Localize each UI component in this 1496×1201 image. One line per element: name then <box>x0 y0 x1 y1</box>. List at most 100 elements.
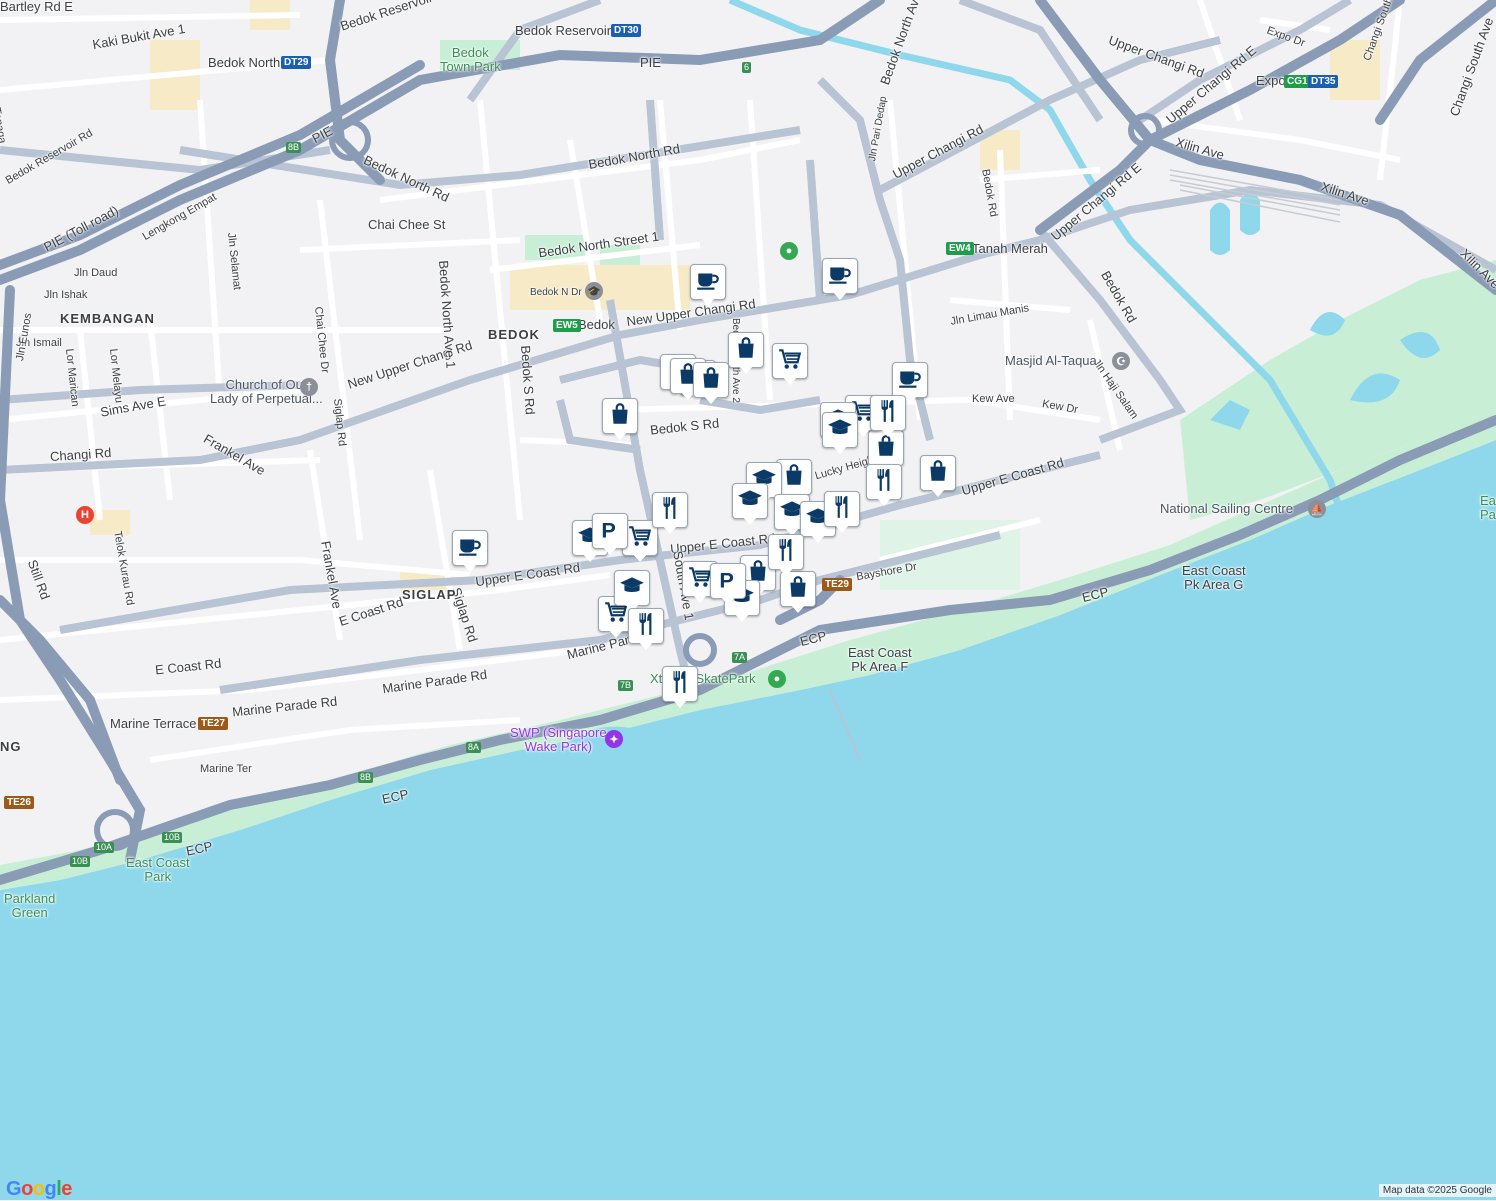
graduation-cap-icon <box>737 486 763 517</box>
shopping-cart-icon <box>777 346 803 377</box>
mrt-badge[interactable]: TE27 <box>198 717 228 730</box>
station-label[interactable]: Bedok North <box>208 56 280 70</box>
mosque-icon[interactable]: ☪ <box>1112 352 1130 370</box>
map-marker-shopping[interactable] <box>728 332 764 376</box>
parking-icon: P <box>597 516 623 547</box>
map-marker-cafe[interactable] <box>452 530 488 574</box>
exit-shield: 8B <box>286 142 302 153</box>
road-label: Bartley Rd E <box>0 0 73 14</box>
park-label: Parkland Green <box>4 891 56 920</box>
skatepark-icon[interactable]: ● <box>768 670 786 688</box>
map-marker-parking[interactable]: P <box>710 563 746 607</box>
map-marker-restaurant[interactable] <box>652 492 688 536</box>
park-label: East Coast Park <box>126 855 190 884</box>
road-label: Jln Daud <box>74 267 118 279</box>
shopping-cart-icon <box>627 523 653 554</box>
map-marker-shopping[interactable] <box>602 398 638 442</box>
fork-knife-icon <box>829 494 855 525</box>
area-label: NG <box>0 739 22 754</box>
mrt-badge[interactable]: EW4 <box>946 242 974 255</box>
fork-knife-icon <box>667 669 693 700</box>
coffee-cup-icon <box>897 365 923 396</box>
coffee-cup-icon <box>695 267 721 298</box>
mrt-badge[interactable]: DT29 <box>281 56 312 69</box>
map-marker-shopping[interactable] <box>920 455 956 499</box>
fork-knife-icon <box>773 537 799 568</box>
mrt-badge[interactable]: CG1 <box>1284 75 1311 88</box>
map-marker-school[interactable] <box>732 483 768 527</box>
fork-knife-icon <box>657 495 683 526</box>
exit-shield: 7A <box>732 652 748 663</box>
park-label: East Coast Pk Area F <box>848 645 912 674</box>
svg-text:P: P <box>601 517 615 541</box>
exit-shield: 8A <box>466 742 482 753</box>
shopping-bag-icon <box>607 401 633 432</box>
mrt-badge[interactable]: DT35 <box>1308 75 1339 88</box>
exit-shield: 8B <box>358 772 374 783</box>
svg-text:P: P <box>719 567 733 591</box>
area-label: KEMBANGAN <box>60 311 155 326</box>
road-label: Kew Ave <box>972 393 1015 405</box>
coffee-cup-icon <box>457 533 483 564</box>
shopping-bag-icon <box>785 574 811 605</box>
map-marker-shopping[interactable] <box>693 362 729 406</box>
mrt-badge[interactable]: EW5 <box>553 319 581 332</box>
map-marker-restaurant[interactable] <box>768 534 804 578</box>
google-logo: Google <box>6 1178 72 1200</box>
poi-label-sailing[interactable]: National Sailing Centre <box>1160 502 1293 516</box>
graduation-cap-icon <box>619 573 645 604</box>
map-marker-school[interactable] <box>822 412 858 456</box>
school-poi-icon[interactable]: 🎓 <box>585 282 603 300</box>
sailing-icon[interactable]: ⛵ <box>1308 500 1326 518</box>
station-label[interactable]: Marine Terrace <box>110 717 196 731</box>
exit-shield: 10A <box>94 842 115 853</box>
fork-knife-icon <box>875 398 901 429</box>
shopping-bag-icon <box>698 365 724 396</box>
shopping-bag-icon <box>781 462 807 493</box>
exit-shield: 10B <box>162 832 183 843</box>
coffee-cup-icon <box>827 261 853 292</box>
station-label[interactable]: Expo <box>1256 74 1286 88</box>
fork-knife-icon <box>633 611 659 642</box>
station-label[interactable]: Bedok <box>578 318 615 332</box>
station-label[interactable]: Tanah Merah <box>972 242 1048 256</box>
area-label: SIGLAP <box>402 587 457 602</box>
poi-label-wakepark[interactable]: SWP (Singapore Wake Park) <box>510 726 607 754</box>
poi-label-mosque[interactable]: Masjid Al-Taqua <box>1005 354 1097 368</box>
mrt-badge[interactable]: TE26 <box>4 796 34 809</box>
exit-shield: 10B <box>70 856 91 867</box>
map-marker-restaurant[interactable] <box>628 608 664 652</box>
mrt-badge[interactable]: DT30 <box>611 24 642 37</box>
map-marker-restaurant[interactable] <box>824 491 860 535</box>
map-marker-cafe[interactable] <box>690 264 726 308</box>
area-label: BEDOK <box>488 327 540 342</box>
shopping-bag-icon <box>925 458 951 489</box>
park-icon[interactable]: ● <box>780 242 798 260</box>
map-marker-cafe[interactable] <box>822 258 858 302</box>
road-label: Bedok N Dr <box>530 287 582 298</box>
road-label: Chai Chee St <box>368 217 446 232</box>
wakepark-icon[interactable]: ✦ <box>605 730 623 748</box>
map-marker-grocery[interactable] <box>772 343 808 387</box>
exit-shield: 7B <box>618 680 634 691</box>
shopping-bag-icon <box>733 335 759 366</box>
park-label: East Coast Pk Area G <box>1182 563 1246 592</box>
park-label: Ea Pa <box>1480 493 1496 522</box>
map-attribution[interactable]: Map data ©2025 Google <box>1378 1184 1496 1197</box>
parking-icon: P <box>715 566 741 597</box>
hospital-icon[interactable]: H <box>76 506 94 524</box>
station-label[interactable]: Bedok Reservoir <box>515 24 611 38</box>
road-label: PIE <box>640 55 661 70</box>
map-marker-restaurant[interactable] <box>866 464 902 508</box>
fork-knife-icon <box>871 467 897 498</box>
church-icon[interactable]: † <box>300 378 318 396</box>
road-label: Marine Ter <box>200 763 252 775</box>
mrt-badge[interactable]: TE29 <box>822 578 852 591</box>
road-label: Jln Ishak <box>44 289 88 301</box>
exit-shield: 6 <box>742 62 752 73</box>
park-label: Bedok Town Park <box>440 45 501 74</box>
map-marker-restaurant[interactable] <box>870 395 906 439</box>
map-marker-restaurant[interactable] <box>662 666 698 710</box>
map-marker-parking[interactable]: P <box>592 513 628 557</box>
graduation-cap-icon <box>827 415 853 446</box>
